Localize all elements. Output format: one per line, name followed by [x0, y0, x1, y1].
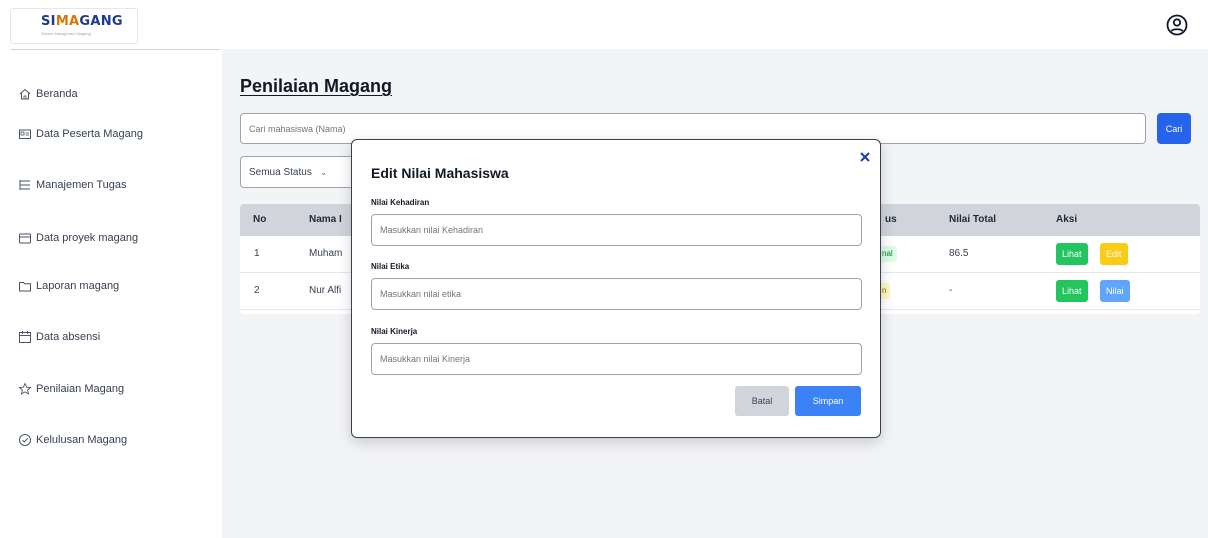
home-icon — [18, 87, 32, 101]
check-circle-icon — [18, 433, 32, 447]
sidebar-item-data-peserta[interactable]: Data Peserta Magang — [18, 122, 143, 146]
sidebar-item-label: Data proyek magang — [36, 232, 139, 244]
sidebar-item-label: Laporan magang — [36, 280, 120, 292]
search-button[interactable]: Cari — [1157, 113, 1191, 144]
page-title: Penilaian Magang — [240, 76, 393, 96]
column-header-name: Nama I — [309, 214, 342, 225]
column-header-total: Nilai Total — [949, 214, 997, 225]
user-circle-icon[interactable] — [1165, 13, 1189, 37]
calendar-icon — [18, 330, 32, 344]
cancel-button[interactable]: Batal — [735, 386, 789, 416]
row-name: Nur Alfi — [309, 285, 342, 296]
save-button[interactable]: Simpan — [795, 386, 861, 416]
view-button[interactable]: Lihat — [1056, 243, 1088, 265]
sidebar-item-data-absensi[interactable]: Data absensi — [18, 325, 100, 349]
logo-area: SIMAGANG Sistem Manajemen Magang — [10, 6, 220, 50]
sidebar-item-penilaian[interactable]: Penilaian Magang — [18, 377, 124, 401]
app-logo[interactable]: SIMAGANG Sistem Manajemen Magang — [10, 8, 138, 44]
sidebar-item-label: Manajemen Tugas — [36, 179, 127, 191]
field-label-kinerja: Nilai Kinerja — [371, 327, 418, 336]
sidebar-item-beranda[interactable]: Beranda — [18, 82, 78, 106]
view-button[interactable]: Lihat — [1056, 280, 1088, 302]
logo-subtitle: Sistem Manajemen Magang — [41, 31, 91, 36]
field-label-kehadiran: Nilai Kehadiran — [371, 198, 430, 207]
sidebar-item-data-proyek[interactable]: Data proyek magang — [18, 226, 138, 250]
sidebar-item-kelulusan[interactable]: Kelulusan Magang — [18, 428, 127, 452]
list-icon — [18, 178, 32, 192]
row-total: 86.5 — [949, 248, 969, 259]
folder-open-icon — [18, 279, 32, 293]
edit-grade-modal: Edit Nilai Mahasiswa Nilai Kehadiran Nil… — [351, 139, 881, 438]
modal-title: Edit Nilai Mahasiswa — [371, 165, 509, 181]
kinerja-input[interactable] — [371, 343, 862, 375]
row-number: 2 — [254, 285, 260, 296]
sidebar-item-label: Data Peserta Magang — [36, 128, 144, 140]
sidebar-item-manajemen-tugas[interactable]: Manajemen Tugas — [18, 173, 127, 197]
sidebar-item-label: Data absensi — [36, 331, 101, 343]
logo-text: SIMAGANG — [41, 14, 123, 29]
column-header-aksi: Aksi — [1056, 214, 1078, 225]
row-name: Muham — [309, 248, 343, 259]
id-card-icon — [18, 127, 32, 141]
status-filter-value: Semua Status — [249, 166, 312, 178]
column-header-status: us — [885, 214, 897, 225]
grade-button[interactable]: Nilai — [1100, 280, 1130, 302]
sidebar-item-label: Beranda — [36, 88, 78, 100]
field-label-etika: Nilai Etika — [371, 262, 410, 271]
etika-input[interactable] — [371, 278, 862, 310]
chevron-down-icon: ⌄ — [319, 166, 328, 177]
star-icon — [18, 382, 32, 396]
sidebar-item-laporan[interactable]: Laporan magang — [18, 274, 119, 298]
status-filter-select[interactable]: Semua Status ⌄ — [240, 156, 360, 188]
sidebar-item-label: Kelulusan Magang — [36, 434, 128, 446]
kehadiran-input[interactable] — [371, 214, 862, 246]
close-icon[interactable] — [857, 149, 873, 165]
folder-icon — [18, 231, 32, 245]
edit-button[interactable]: Edit — [1100, 243, 1128, 265]
column-header-no: No — [253, 214, 267, 225]
sidebar: SIMAGANG Sistem Manajemen Magang Beranda… — [0, 0, 222, 538]
row-number: 1 — [254, 248, 260, 259]
sidebar-item-label: Penilaian Magang — [36, 383, 125, 395]
row-total: - — [949, 285, 953, 296]
